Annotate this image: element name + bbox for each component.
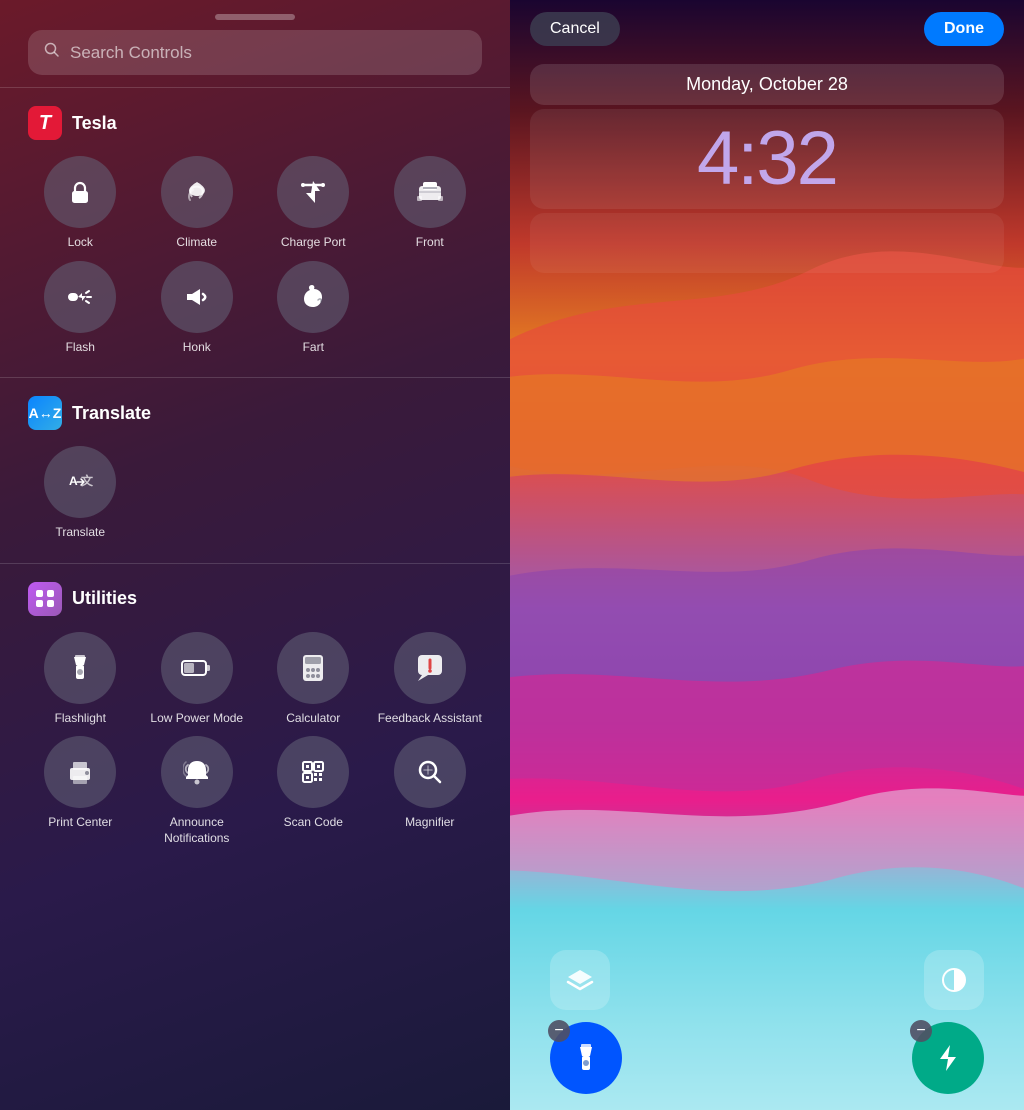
charge-control-btn[interactable]: −: [912, 1022, 984, 1094]
widget-area: [530, 213, 1004, 273]
phone-notch: [215, 14, 295, 20]
utilities-title: Utilities: [72, 588, 137, 609]
control-flashlight[interactable]: Flashlight: [28, 632, 133, 727]
translate-title: Translate: [72, 403, 151, 424]
fart-circle: [277, 261, 349, 333]
feedback-circle: [394, 632, 466, 704]
translate-controls: A 文 Translate: [28, 446, 482, 541]
lower-divider: [0, 563, 510, 564]
left-panel: Search Controls T Tesla Lock: [0, 0, 510, 1110]
control-scan-code[interactable]: Scan Code: [261, 736, 366, 846]
control-fart[interactable]: Fart: [261, 261, 366, 356]
print-center-circle: [44, 736, 116, 808]
flashlight-remove-badge[interactable]: −: [548, 1020, 570, 1042]
charge-port-circle: [277, 156, 349, 228]
date-text: Monday, October 28: [686, 74, 848, 94]
control-charge-port[interactable]: Charge Port: [261, 156, 366, 251]
front-label: Front: [416, 235, 444, 251]
low-power-label: Low Power Mode: [150, 711, 243, 727]
control-print-center[interactable]: Print Center: [28, 736, 133, 846]
search-placeholder: Search Controls: [70, 43, 192, 63]
control-climate[interactable]: Climate: [145, 156, 250, 251]
honk-circle: [161, 261, 233, 333]
control-feedback[interactable]: Feedback Assistant: [378, 632, 483, 727]
low-power-circle: [161, 632, 233, 704]
phone-frame: Cancel Done Monday, October 28 4:32: [510, 0, 1024, 1110]
utilities-row1: Flashlight Low Power Mode: [28, 632, 482, 727]
control-lock[interactable]: Lock: [28, 156, 133, 251]
flashlight-label: Flashlight: [55, 711, 106, 727]
charge-port-label: Charge Port: [281, 235, 346, 251]
flashlight-control-btn[interactable]: −: [550, 1022, 622, 1094]
translate-header: A↔Z Translate: [28, 396, 482, 430]
control-announce-notif[interactable]: Announce Notifications: [145, 736, 250, 846]
charge-remove-badge[interactable]: −: [910, 1020, 932, 1042]
control-front[interactable]: Front: [378, 156, 483, 251]
fart-label: Fart: [303, 340, 324, 356]
control-honk[interactable]: Honk: [145, 261, 250, 356]
top-divider: [0, 87, 510, 88]
control-translate[interactable]: A 文 Translate: [28, 446, 133, 541]
control-magnifier[interactable]: Magnifier: [378, 736, 483, 846]
scan-code-label: Scan Code: [284, 815, 343, 831]
right-panel: Cancel Done Monday, October 28 4:32: [510, 0, 1024, 1110]
climate-label: Climate: [176, 235, 217, 251]
announce-notif-circle: [161, 736, 233, 808]
magnifier-label: Magnifier: [405, 815, 454, 831]
translate-label: Translate: [55, 525, 105, 541]
flashlight-circle: [44, 632, 116, 704]
tesla-section: T Tesla Lock: [0, 92, 510, 373]
layers-widget[interactable]: [550, 950, 610, 1010]
contrast-widget[interactable]: [924, 950, 984, 1010]
flash-label: Flash: [66, 340, 95, 356]
translate-app-icon: A↔Z: [28, 396, 62, 430]
translate-circle: A 文: [44, 446, 116, 518]
control-low-power[interactable]: Low Power Mode: [145, 632, 250, 727]
date-container: Monday, October 28: [530, 64, 1004, 105]
utilities-app-icon: [28, 582, 62, 616]
scan-code-circle: [277, 736, 349, 808]
calculator-label: Calculator: [286, 711, 340, 727]
tesla-title: Tesla: [72, 113, 117, 134]
honk-label: Honk: [183, 340, 211, 356]
flash-circle: [44, 261, 116, 333]
lock-circle: [44, 156, 116, 228]
tesla-t-logo: T: [39, 112, 51, 135]
translate-section: A↔Z Translate A 文 Translate: [0, 382, 510, 559]
print-center-label: Print Center: [48, 815, 112, 831]
utilities-section: Utilities Flashlight: [0, 568, 510, 865]
search-bar[interactable]: Search Controls: [28, 30, 482, 75]
cancel-button[interactable]: Cancel: [530, 12, 620, 46]
bottom-widgets-row: [510, 950, 1024, 1010]
search-icon: [44, 42, 60, 63]
tesla-controls-row1: Lock Climate: [28, 156, 482, 251]
control-calculator[interactable]: Calculator: [261, 632, 366, 727]
four-dots-icon: [36, 590, 54, 608]
tesla-app-icon: T: [28, 106, 62, 140]
feedback-label: Feedback Assistant: [378, 711, 482, 727]
front-circle: [394, 156, 466, 228]
tesla-header: T Tesla: [28, 106, 482, 140]
done-button[interactable]: Done: [924, 12, 1004, 46]
climate-circle: [161, 156, 233, 228]
control-flash[interactable]: Flash: [28, 261, 133, 356]
utilities-row2: Print Center Announce Notifications: [28, 736, 482, 846]
magnifier-circle: [394, 736, 466, 808]
translate-az-label: A↔Z: [29, 405, 62, 421]
tesla-controls-row2: Flash Honk Fart: [28, 261, 482, 356]
announce-notif-label: Announce Notifications: [145, 815, 250, 846]
time-container: 4:32: [530, 109, 1004, 209]
svg-text:A: A: [69, 474, 78, 488]
top-bar: Cancel Done: [510, 0, 1024, 58]
utilities-header: Utilities: [28, 582, 482, 616]
bottom-controls-row: − −: [510, 1022, 1024, 1094]
time-text: 4:32: [546, 117, 988, 201]
mid-divider: [0, 377, 510, 378]
calculator-circle: [277, 632, 349, 704]
lock-label: Lock: [68, 235, 93, 251]
